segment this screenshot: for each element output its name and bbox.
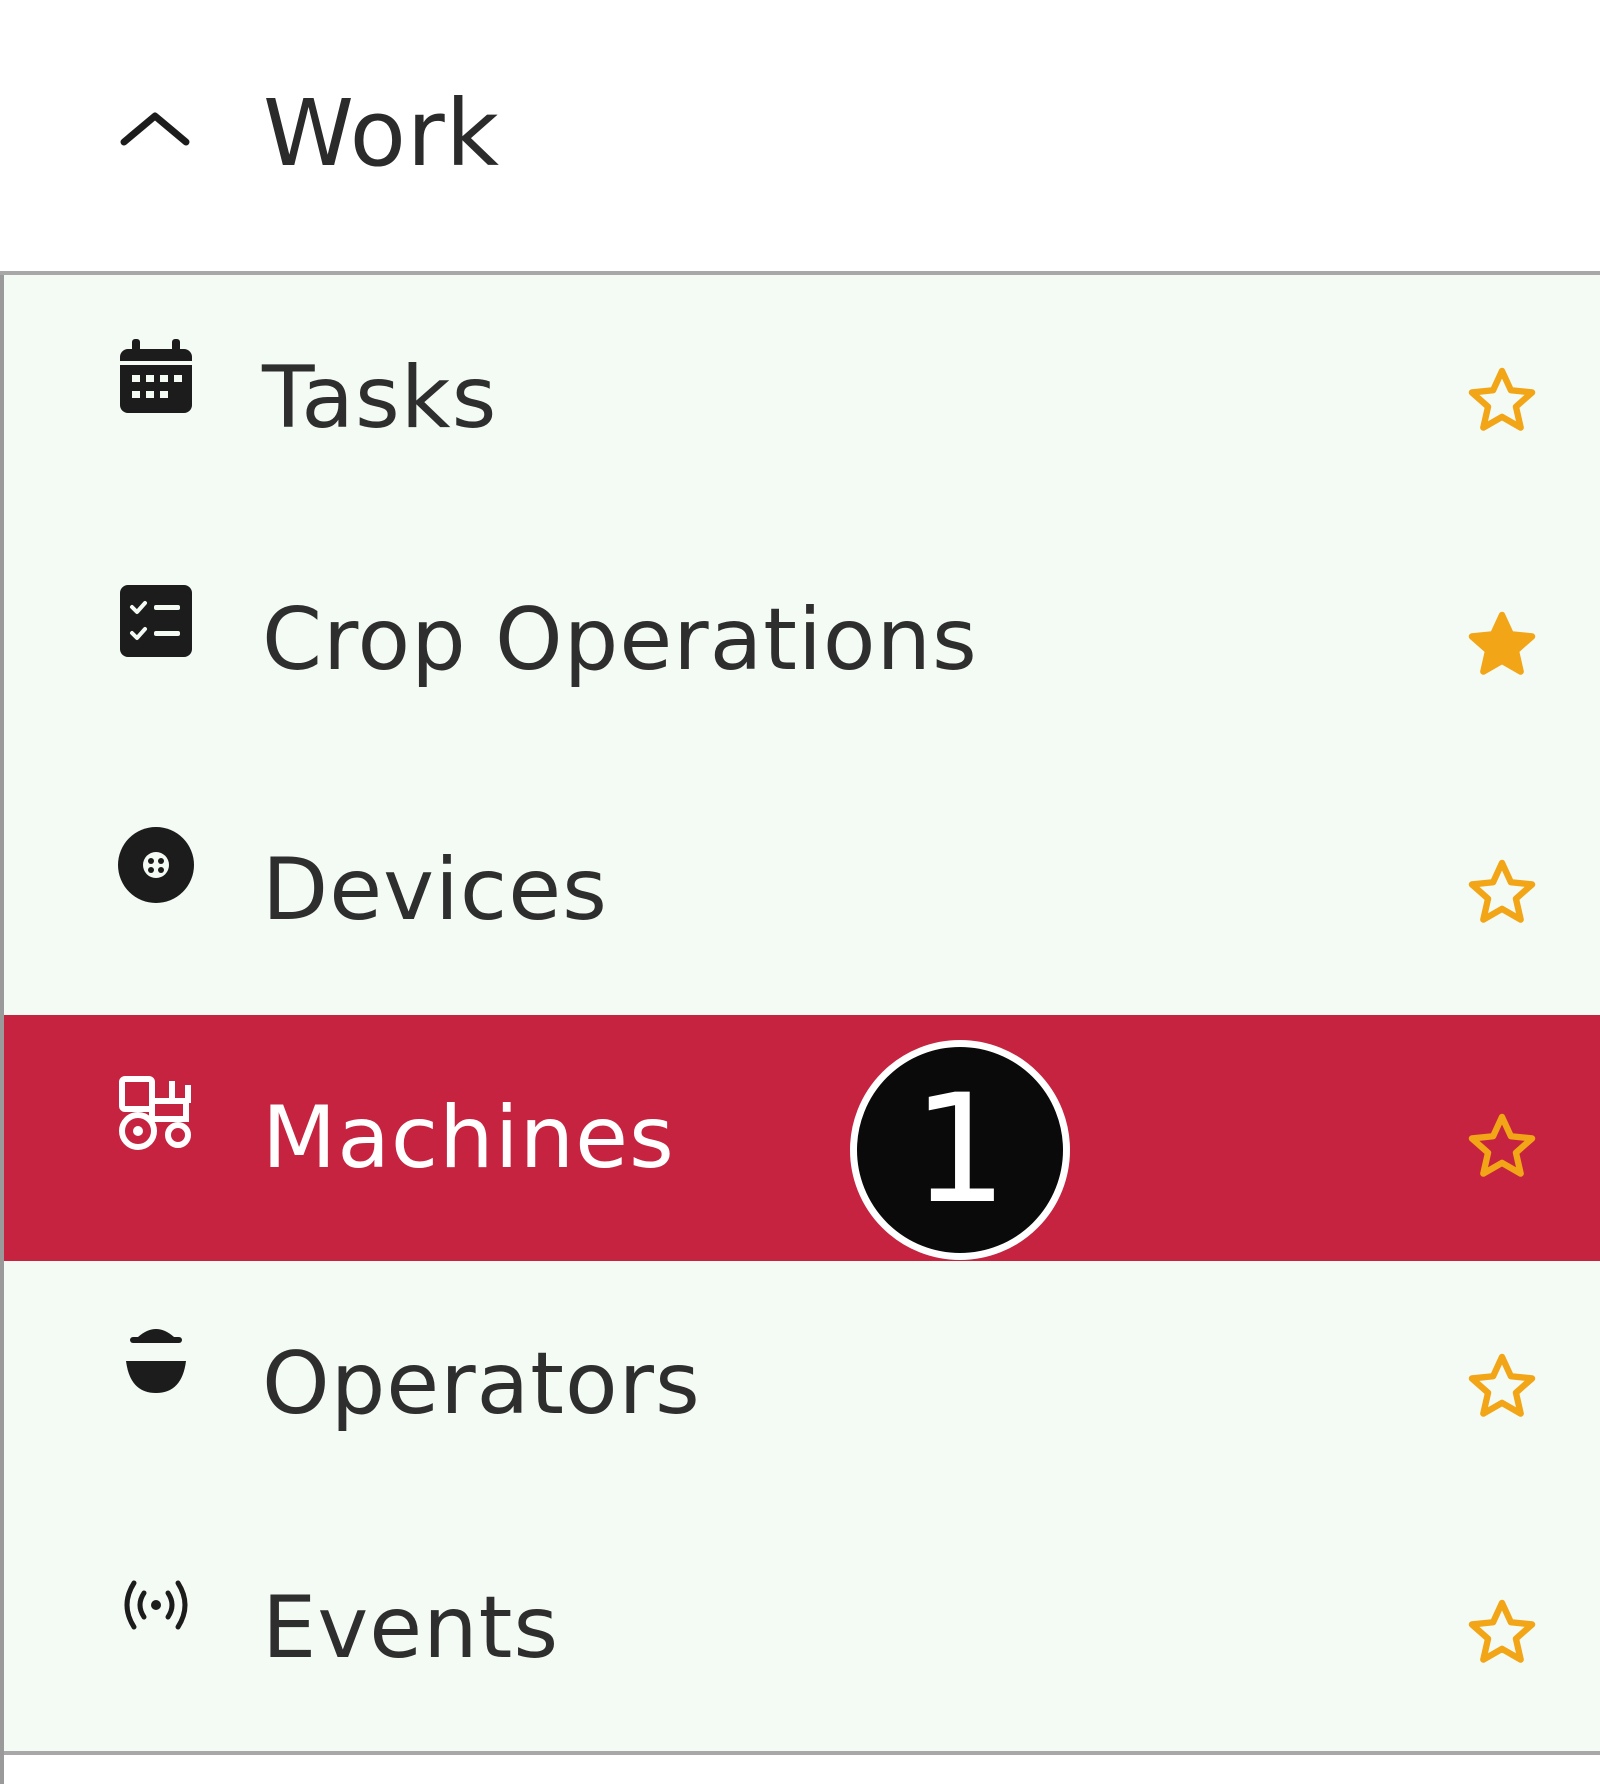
operator-icon bbox=[126, 1329, 186, 1393]
star-outline-icon[interactable] bbox=[1464, 1109, 1540, 1185]
section-header-work[interactable]: Work bbox=[0, 0, 1600, 275]
menu-item-machines[interactable]: Machines bbox=[4, 1015, 1600, 1261]
navigation-panel: Work Tasks Crop Operations Devices Machi… bbox=[0, 0, 1600, 1784]
checklist-icon bbox=[120, 585, 192, 657]
tractor-icon bbox=[119, 1076, 191, 1150]
menu-item-tasks[interactable]: Tasks bbox=[4, 275, 1600, 521]
step-callout-badge: 1 bbox=[850, 1040, 1070, 1260]
menu-item-label: Devices bbox=[262, 840, 608, 940]
star-outline-icon[interactable] bbox=[1464, 855, 1540, 931]
menu-item-crop-operations[interactable]: Crop Operations bbox=[4, 521, 1600, 767]
chevron-up-icon[interactable] bbox=[118, 108, 192, 148]
section-title: Work bbox=[263, 80, 500, 187]
menu-item-label: Events bbox=[262, 1578, 560, 1678]
menu-item-operators[interactable]: Operators bbox=[4, 1261, 1600, 1507]
star-outline-icon[interactable] bbox=[1464, 1349, 1540, 1425]
star-filled-icon[interactable] bbox=[1464, 607, 1540, 683]
menu-list: Tasks Crop Operations Devices Machines O… bbox=[4, 275, 1600, 1755]
star-outline-icon[interactable] bbox=[1464, 1595, 1540, 1671]
menu-item-label: Machines bbox=[262, 1088, 675, 1188]
calendar-icon bbox=[120, 339, 192, 413]
menu-item-label: Tasks bbox=[262, 348, 498, 448]
menu-item-devices[interactable]: Devices bbox=[4, 767, 1600, 1013]
menu-item-label: Crop Operations bbox=[262, 590, 978, 690]
broadcast-icon bbox=[124, 1580, 188, 1630]
menu-item-events[interactable]: Events bbox=[4, 1507, 1600, 1753]
menu-item-label: Operators bbox=[262, 1334, 701, 1434]
star-outline-icon[interactable] bbox=[1464, 363, 1540, 439]
device-disc-icon bbox=[118, 827, 194, 903]
